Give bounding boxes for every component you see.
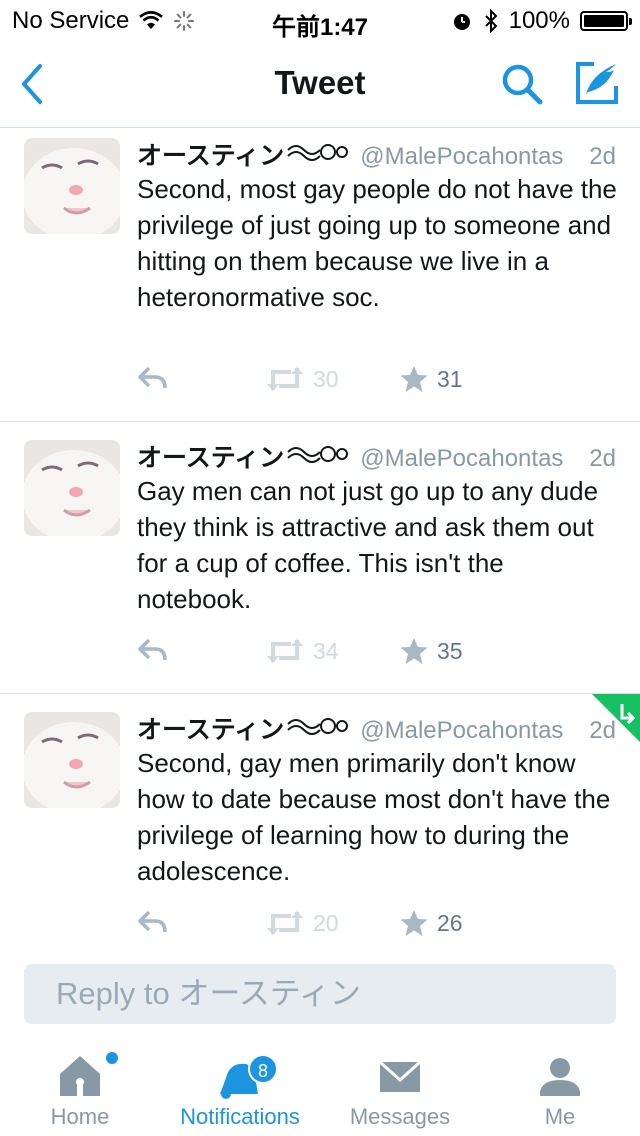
reply-button[interactable] — [137, 908, 169, 936]
star-icon — [400, 910, 428, 936]
like-button[interactable]: 26 — [399, 908, 463, 938]
person-icon — [540, 1058, 580, 1096]
compose-icon — [576, 62, 618, 104]
tab-home[interactable]: Home — [0, 1040, 160, 1136]
chevron-left-icon — [22, 64, 42, 104]
tweet-item[interactable]: オースティン @MalePocahontas 2d Second, most g… — [0, 128, 640, 422]
search-icon — [502, 64, 543, 105]
alarm-icon — [453, 14, 470, 30]
tweet-list[interactable]: オースティン @MalePocahontas 2d Second, most g… — [0, 128, 640, 950]
retweet-button[interactable]: 20 — [265, 908, 339, 938]
author-handle[interactable]: @MalePocahontas — [360, 717, 563, 745]
tab-notifications[interactable]: 8 Notifications — [160, 1040, 320, 1136]
tweet-text: Second, most gay people do not have the … — [137, 174, 617, 312]
retweet-count: 30 — [313, 365, 339, 392]
retweet-count: 20 — [313, 909, 339, 936]
bluetooth-icon — [484, 9, 498, 33]
battery-fill — [584, 15, 624, 27]
home-icon — [60, 1056, 100, 1096]
author-handle[interactable]: @MalePocahontas — [360, 143, 563, 171]
search-button[interactable] — [498, 60, 546, 108]
tweet-actions: 30 31 — [137, 364, 597, 400]
tab-notifications-label: Notifications — [180, 1104, 300, 1129]
wave-emoji-icon — [287, 144, 349, 161]
tweet-actions: 20 26 — [137, 908, 597, 944]
author-name[interactable]: オースティン — [137, 136, 284, 172]
reply-button[interactable] — [137, 636, 169, 664]
battery-icon — [580, 11, 632, 31]
tab-home-label: Home — [50, 1104, 110, 1129]
tweet-actions: 34 35 — [137, 636, 597, 672]
wave-emoji-icon — [287, 718, 349, 735]
avatar[interactable] — [24, 138, 120, 234]
envelope-icon — [378, 1060, 422, 1092]
reply-icon — [138, 638, 167, 661]
reply-icon — [138, 910, 167, 933]
author-name[interactable]: オースティン — [137, 438, 284, 474]
retweet-button[interactable]: 30 — [265, 364, 339, 394]
tweet-time: 2d — [589, 717, 616, 744]
wave-emoji-icon — [287, 446, 349, 463]
compose-button[interactable] — [572, 58, 622, 108]
tab-messages-label: Messages — [349, 1104, 451, 1129]
reply-input[interactable] — [24, 964, 616, 1024]
retweet-count: 34 — [313, 637, 339, 664]
like-count: 35 — [437, 637, 463, 664]
avatar[interactable] — [24, 712, 120, 808]
notifications-badge: 8 — [248, 1054, 278, 1084]
like-count: 31 — [437, 365, 463, 392]
tweet-header: オースティン @MalePocahontas 2d — [137, 710, 616, 744]
battery-percent: 100% — [508, 7, 570, 34]
tweet-time: 2d — [589, 445, 616, 472]
like-button[interactable]: 35 — [399, 636, 463, 666]
tab-messages[interactable]: Messages — [320, 1040, 480, 1136]
reply-button[interactable] — [137, 364, 169, 392]
status-right: 100% — [451, 7, 632, 35]
reply-bar — [0, 950, 640, 1040]
tweet-item[interactable]: オースティン @MalePocahontas 2d Second, gay me… — [0, 694, 640, 950]
status-bar: No Service 午前1:47 100% — [0, 0, 640, 41]
tweet-header: オースティン @MalePocahontas 2d — [137, 136, 616, 170]
retweet-icon — [267, 639, 303, 663]
author-handle[interactable]: @MalePocahontas — [360, 445, 563, 473]
retweet-icon — [267, 911, 303, 935]
tweet-text: Gay men can not just go up to any dude t… — [137, 476, 599, 614]
tab-bar: Home 8 Notifications Messages Me — [0, 1040, 640, 1136]
cat-avatar-image — [24, 712, 120, 808]
back-button[interactable] — [14, 60, 54, 108]
home-unread-dot — [106, 1052, 118, 1064]
tab-me-label: Me — [544, 1104, 576, 1129]
cat-avatar-image — [24, 440, 120, 536]
like-count: 26 — [437, 909, 463, 936]
bell-icon — [220, 1063, 258, 1099]
retweet-icon — [267, 367, 303, 391]
star-icon — [400, 366, 428, 392]
tweet-text: Second, gay men primarily don't know how… — [137, 748, 611, 886]
tweet-time: 2d — [589, 143, 616, 170]
reply-icon — [138, 366, 167, 389]
retweet-button[interactable]: 34 — [265, 636, 339, 666]
like-button[interactable]: 31 — [399, 364, 463, 394]
star-icon — [400, 638, 428, 664]
tweet-header: オースティン @MalePocahontas 2d — [137, 438, 616, 472]
tweet-item[interactable]: オースティン @MalePocahontas 2d Gay men can no… — [0, 422, 640, 694]
cat-avatar-image — [24, 138, 120, 234]
nav-bar: Tweet — [0, 40, 640, 128]
tab-me[interactable]: Me — [480, 1040, 640, 1136]
author-name[interactable]: オースティン — [137, 710, 284, 746]
avatar[interactable] — [24, 440, 120, 536]
